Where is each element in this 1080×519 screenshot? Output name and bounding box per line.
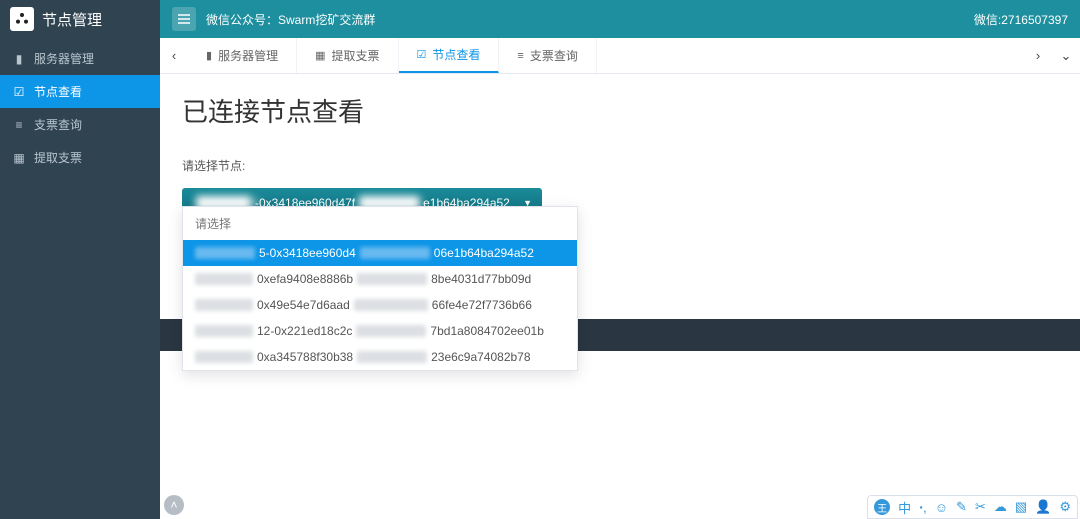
tab-3[interactable]: ≡ 支票查询 — [499, 38, 596, 73]
brand: 节点管理 — [0, 0, 160, 38]
brand-logo-icon — [10, 7, 34, 31]
sidebar: 节点管理 ▮ 服务器管理 ☑ 节点查看 ≡ 支票查询 ▦ 提取支票 — [0, 0, 160, 519]
dropdown-option[interactable]: 12-0x221ed18c2c 7bd1a8084702ee01b — [183, 318, 577, 344]
dropdown-option[interactable]: 5-0x3418ee960d4 06e1b64ba294a52 — [183, 240, 577, 266]
sidebar-item-label: 支票查询 — [34, 116, 82, 133]
content: 已连接节点查看 请选择节点: XXXXXXXX -0x3418ee960d47f… — [160, 74, 1080, 519]
sidebar-item-icon: ▦ — [12, 151, 26, 165]
topbar-right-text: 微信:2716507397 — [974, 11, 1068, 28]
option-mid2: 7bd1a8084702ee01b — [430, 324, 543, 338]
menu-toggle-button[interactable] — [172, 7, 196, 31]
main: 微信公众号：Swarm挖矿交流群 微信:2716507397 ‹ ▮ 服务器管理 ▦… — [160, 0, 1080, 519]
ime-toolbar: 王中 ꞏ, ☺ ✎ ✂ ☁ ▧ 👤 ⚙ — [867, 495, 1078, 519]
tab-label: 提取支票 — [331, 47, 379, 64]
redacted-segment — [195, 273, 253, 285]
option-mid1: 0xa345788f30b38 — [257, 350, 353, 364]
tab-2[interactable]: ☑ 节点查看 — [399, 38, 500, 73]
ime-tool-icon[interactable]: 👤 — [1035, 499, 1051, 515]
sidebar-item-icon: ▮ — [12, 52, 26, 66]
scroll-top-button[interactable]: ˄ — [164, 495, 184, 515]
option-mid1: 0x49e54e7d6aad — [257, 298, 350, 312]
redacted-segment — [195, 247, 255, 259]
option-mid2: 23e6c9a74082b78 — [431, 350, 530, 364]
redacted-segment — [195, 351, 253, 363]
sidebar-item-label: 提取支票 — [34, 149, 82, 166]
topbar-left-text: 微信公众号：Swarm挖矿交流群 — [206, 11, 375, 28]
tab-label: 节点查看 — [432, 46, 480, 63]
brand-title: 节点管理 — [42, 9, 102, 30]
tab-icon: ☑ — [417, 48, 427, 61]
tab-0[interactable]: ▮ 服务器管理 — [188, 38, 297, 73]
dropdown-option[interactable]: 0xa345788f30b38 23e6c9a74082b78 — [183, 344, 577, 370]
dropdown-header: 请选择 — [183, 207, 577, 240]
sidebar-item-0[interactable]: ▮ 服务器管理 — [0, 42, 160, 75]
tab-icon: ▦ — [315, 49, 325, 62]
redacted-segment — [357, 273, 427, 285]
redacted-segment — [195, 299, 253, 311]
ime-tool-icon[interactable]: ꞏ, — [919, 498, 927, 516]
redacted-segment — [354, 299, 428, 311]
sidebar-item-icon: ≡ — [12, 118, 26, 132]
tabs-scroll-right[interactable]: › — [1024, 38, 1052, 73]
option-mid1: 5-0x3418ee960d4 — [259, 246, 356, 260]
ime-avatar-icon[interactable]: 王 — [874, 499, 890, 515]
option-mid1: 0xefa9408e8886b — [257, 272, 353, 286]
redacted-segment — [356, 325, 426, 337]
select-label: 请选择节点: — [182, 157, 1058, 174]
option-mid2: 06e1b64ba294a52 — [434, 246, 534, 260]
ime-tool-icon[interactable]: ☁ — [994, 499, 1007, 515]
option-mid2: 8be4031d77bb09d — [431, 272, 531, 286]
sidebar-item-label: 节点查看 — [34, 83, 82, 100]
ime-tool-icon[interactable]: ☺ — [935, 500, 948, 515]
node-select-dropdown: 请选择 5-0x3418ee960d4 06e1b64ba294a52 0xefa9… — [182, 206, 578, 371]
ime-tool-icon[interactable]: ▧ — [1015, 499, 1027, 515]
dropdown-option[interactable]: 0xefa9408e8886b 8be4031d77bb09d — [183, 266, 577, 292]
page-title: 已连接节点查看 — [182, 92, 1058, 129]
tabs-more-button[interactable]: ⌄ — [1052, 38, 1080, 73]
tabs-scroll-left[interactable]: ‹ — [160, 38, 188, 73]
tab-label: 支票查询 — [530, 47, 578, 64]
tab-1[interactable]: ▦ 提取支票 — [297, 38, 398, 73]
sidebar-item-2[interactable]: ≡ 支票查询 — [0, 108, 160, 141]
topbar: 微信公众号：Swarm挖矿交流群 微信:2716507397 — [160, 0, 1080, 38]
ime-tool-icon[interactable]: ✂ — [975, 499, 986, 515]
tab-icon: ▮ — [206, 49, 212, 62]
redacted-segment — [357, 351, 427, 363]
tabs-bar: ‹ ▮ 服务器管理 ▦ 提取支票 ☑ 节点查看 ≡ 支票查询 › ⌄ — [160, 38, 1080, 74]
ime-tool-icon[interactable]: ✎ — [956, 499, 967, 515]
ime-tool-icon[interactable]: 中 — [898, 498, 911, 517]
option-mid1: 12-0x221ed18c2c — [257, 324, 352, 338]
redacted-segment — [360, 247, 430, 259]
tab-icon: ≡ — [517, 50, 523, 62]
sidebar-item-label: 服务器管理 — [34, 50, 94, 67]
ime-tool-icon[interactable]: ⚙ — [1059, 499, 1071, 515]
tab-label: 服务器管理 — [218, 47, 278, 64]
sidebar-item-icon: ☑ — [12, 85, 26, 99]
dropdown-option[interactable]: 0x49e54e7d6aad 66fe4e72f7736b66 — [183, 292, 577, 318]
sidebar-item-1[interactable]: ☑ 节点查看 — [0, 75, 160, 108]
option-mid2: 66fe4e72f7736b66 — [432, 298, 532, 312]
sidebar-item-3[interactable]: ▦ 提取支票 — [0, 141, 160, 174]
redacted-segment — [195, 325, 253, 337]
